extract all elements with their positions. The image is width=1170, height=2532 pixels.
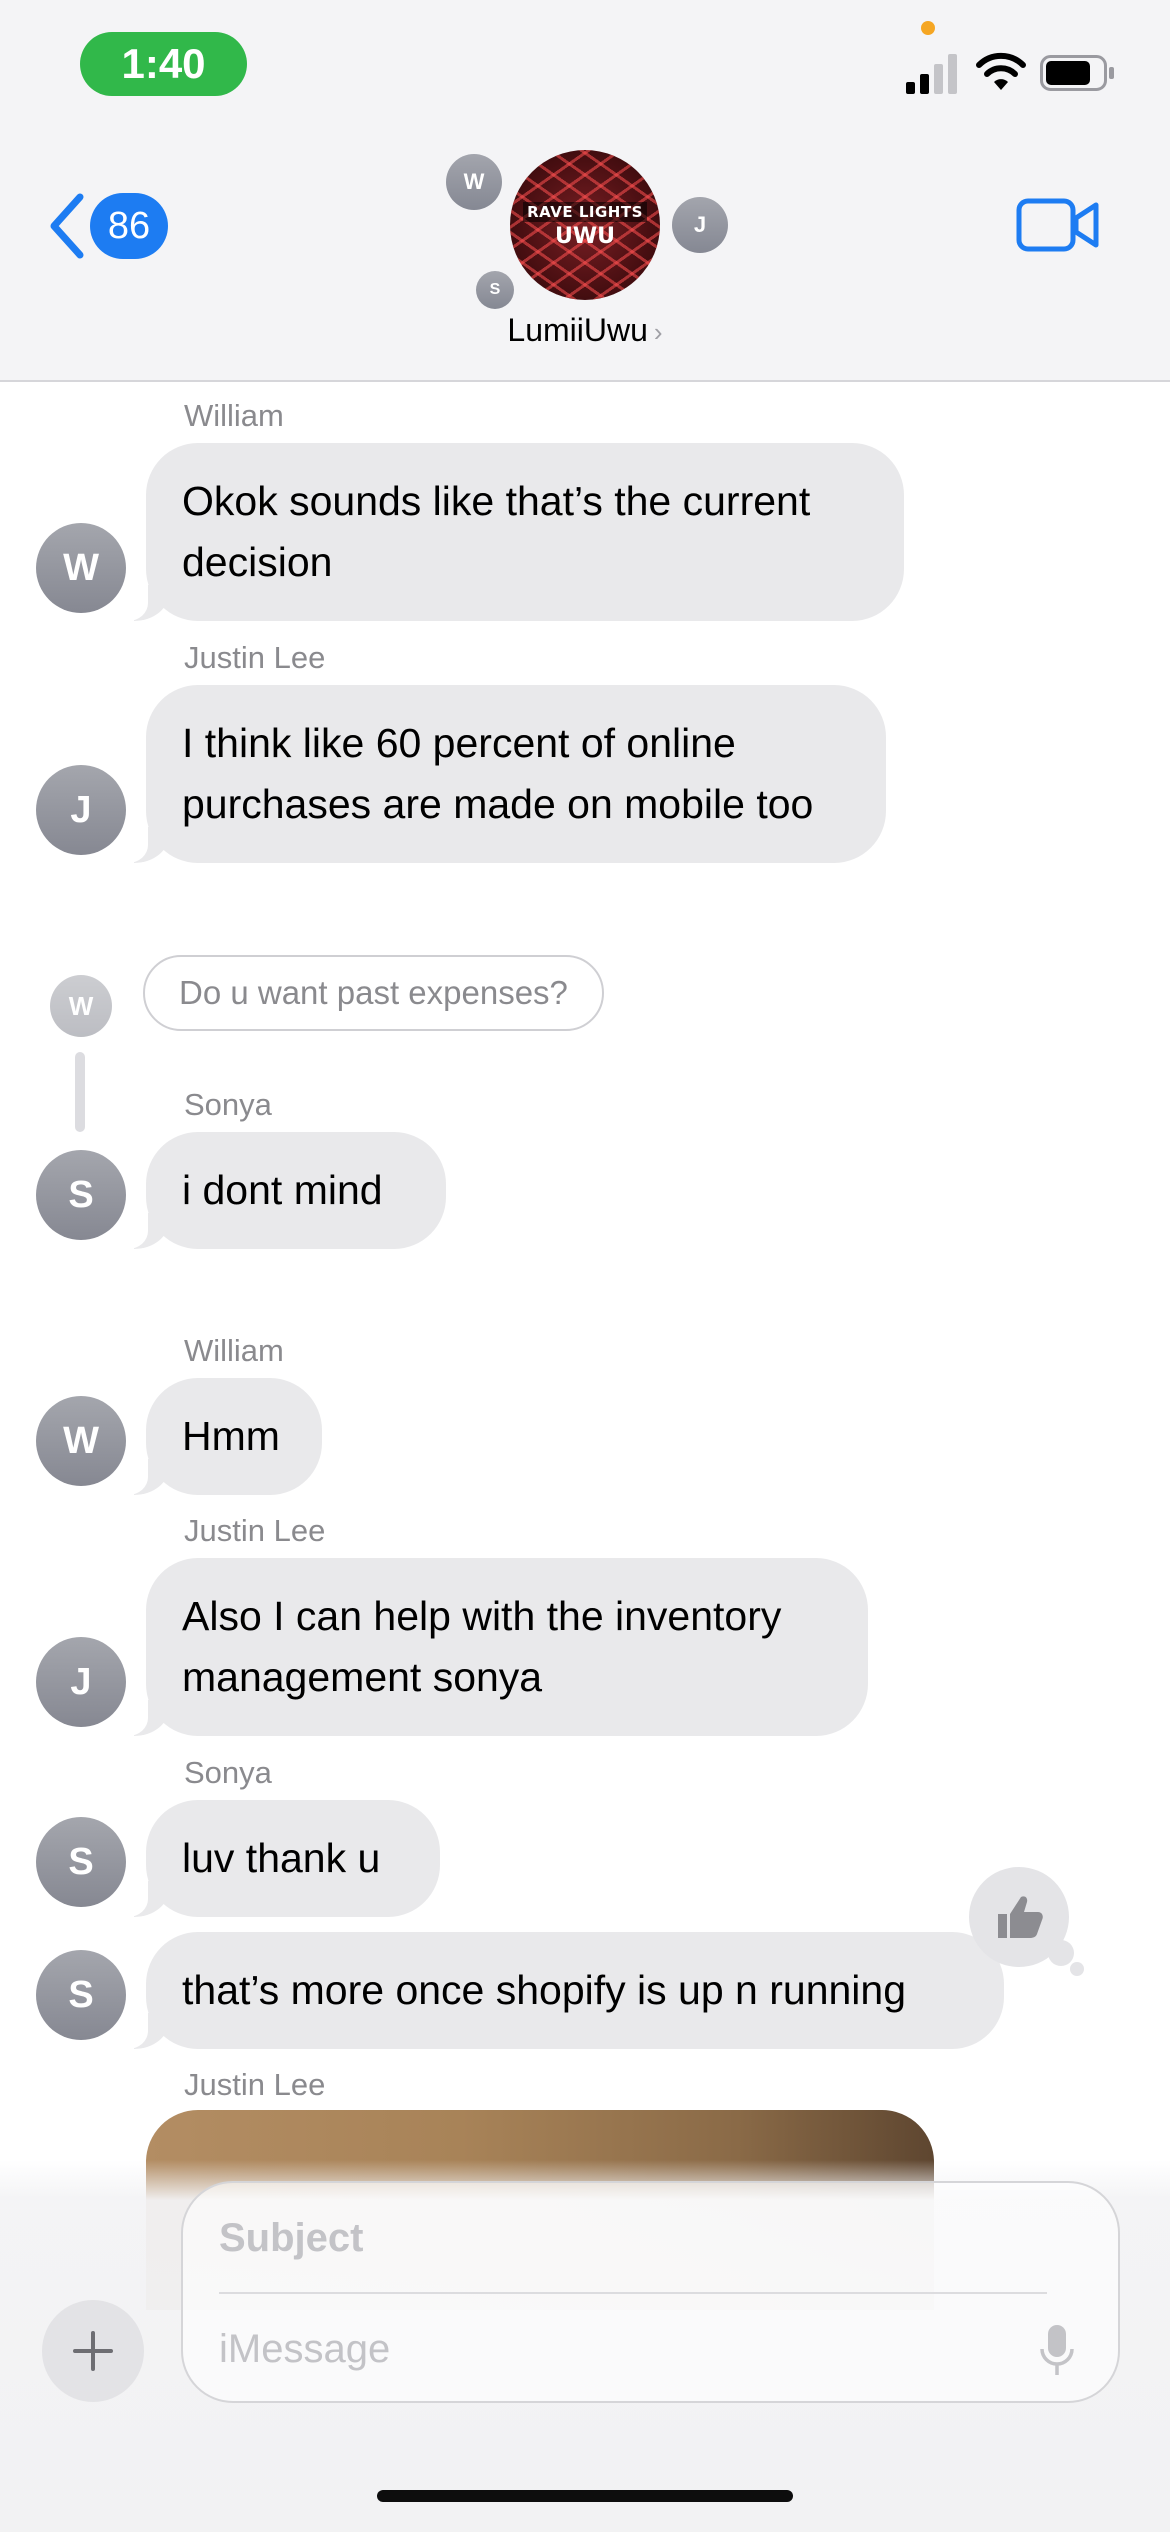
- back-button[interactable]: 86: [46, 188, 168, 264]
- tapback-tail-dot: [1048, 1940, 1074, 1966]
- sender-name: Justin Lee: [184, 640, 326, 675]
- avatar[interactable]: W: [36, 523, 126, 613]
- reply-thread-line: [75, 1052, 85, 1132]
- reply-source-avatar: W: [50, 975, 112, 1037]
- input-divider: [219, 2292, 1047, 2294]
- status-time: 1:40: [80, 32, 247, 96]
- sender-name: Sonya: [184, 1087, 272, 1122]
- thumbs-up-icon: [998, 1896, 1043, 1938]
- message-bubble[interactable]: Hmm: [118, 1378, 322, 1495]
- sender-name: Justin Lee: [184, 2067, 326, 2102]
- subject-input[interactable]: [219, 2213, 1059, 2263]
- privacy-indicator-dot: [921, 21, 935, 35]
- sender-name: Sonya: [184, 1755, 272, 1790]
- unread-count-badge: 86: [90, 193, 168, 259]
- reply-quote-bubble[interactable]: Do u want past expenses?: [143, 955, 604, 1031]
- message-bubble[interactable]: Also I can help with the inventory manag…: [118, 1558, 868, 1736]
- message-text-line: decision: [182, 539, 333, 585]
- message-text-line: purchases are made on mobile too: [182, 781, 814, 827]
- group-avatar-uwu: UWU: [555, 223, 615, 249]
- tapback-tail-dot: [1070, 1962, 1084, 1976]
- message-text-line: luv thank u: [182, 1835, 381, 1881]
- sender-name: William: [184, 398, 284, 433]
- message-input-box: [181, 2181, 1120, 2403]
- chevron-left-icon: [50, 193, 84, 259]
- avatar[interactable]: W: [36, 1396, 126, 1486]
- add-attachment-button[interactable]: [42, 2300, 144, 2402]
- microphone-icon[interactable]: [1039, 2323, 1075, 2379]
- cellular-signal-icon: [906, 54, 957, 94]
- message-text-line: management sonya: [182, 1654, 543, 1700]
- avatar[interactable]: S: [36, 1950, 126, 2040]
- message-text-line: Also I can help with the inventory: [182, 1593, 782, 1639]
- sender-name: Justin Lee: [184, 1513, 326, 1548]
- message-bubble[interactable]: i dont mind: [118, 1132, 446, 1249]
- message-input[interactable]: [219, 2321, 979, 2377]
- video-call-button[interactable]: [1016, 196, 1100, 254]
- avatar[interactable]: S: [36, 1817, 126, 1907]
- member-avatar-s[interactable]: S: [476, 271, 514, 309]
- message-text-line: I think like 60 percent of online: [182, 720, 736, 766]
- message-bubble[interactable]: I think like 60 percent of online purcha…: [118, 685, 886, 863]
- message-text-line: Hmm: [182, 1413, 280, 1459]
- group-avatar-caption: RAVE LIGHTS: [523, 201, 647, 222]
- battery-icon: [1040, 55, 1114, 91]
- plus-icon: [73, 2331, 113, 2371]
- avatar[interactable]: J: [36, 765, 126, 855]
- avatar[interactable]: J: [36, 1637, 126, 1727]
- message-text-line: i dont mind: [182, 1167, 383, 1213]
- avatar[interactable]: S: [36, 1150, 126, 1240]
- message-bubble[interactable]: luv thank u: [118, 1800, 440, 1917]
- member-avatar-j[interactable]: J: [672, 197, 728, 253]
- group-avatar[interactable]: RAVE LIGHTS UWU: [510, 150, 660, 300]
- sender-name: William: [184, 1333, 284, 1368]
- group-name-label: LumiiUwu: [507, 312, 648, 348]
- message-bubble[interactable]: that’s more once shopify is up n running: [118, 1932, 1004, 2049]
- message-bubble[interactable]: Okok sounds like that’s the current deci…: [118, 443, 904, 621]
- message-text-line: that’s more once shopify is up n running: [182, 1967, 907, 2013]
- message-text-line: Okok sounds like that’s the current: [182, 478, 811, 524]
- wifi-icon: [976, 52, 1026, 90]
- member-avatar-w[interactable]: W: [446, 154, 502, 210]
- conversation-header: 1:40 86 W J S RAVE LIGHTS UWU LumiiUwu ›: [0, 0, 1170, 382]
- group-name[interactable]: LumiiUwu ›: [0, 312, 1170, 349]
- chevron-right-icon: ›: [653, 317, 663, 347]
- home-indicator: [377, 2490, 793, 2502]
